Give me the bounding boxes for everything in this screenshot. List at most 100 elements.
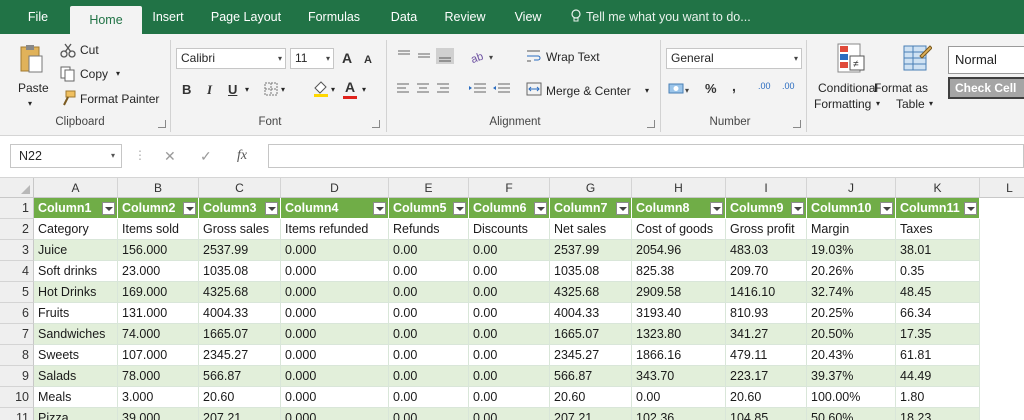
table-cell[interactable]: 1866.16	[632, 345, 726, 366]
table-header-cell[interactable]: Column5	[389, 198, 469, 219]
accounting-format-icon[interactable]: ▾	[668, 82, 692, 96]
table-cell[interactable]: 20.25%	[807, 303, 896, 324]
table-cell[interactable]: 48.45	[896, 282, 980, 303]
table-cell[interactable]: Sweets	[34, 345, 118, 366]
table-cell[interactable]: 2537.99	[550, 240, 632, 261]
table-cell[interactable]: 223.17	[726, 366, 807, 387]
table-cell[interactable]: 2909.58	[632, 282, 726, 303]
table-cell[interactable]: Category	[34, 219, 118, 240]
tab-data[interactable]: Data	[384, 8, 424, 34]
table-cell[interactable]: 0.00	[469, 387, 550, 408]
row-header[interactable]: 8	[0, 345, 34, 366]
name-box[interactable]: N22 ▾	[10, 144, 122, 168]
table-cell[interactable]: 479.11	[726, 345, 807, 366]
table-cell[interactable]: Hot Drinks	[34, 282, 118, 303]
table-cell[interactable]: 0.000	[281, 240, 389, 261]
formula-input[interactable]	[268, 144, 1024, 168]
table-cell[interactable]: 61.81	[896, 345, 980, 366]
table-cell[interactable]: 1323.80	[632, 324, 726, 345]
filter-dropdown-icon[interactable]	[534, 202, 547, 215]
table-cell[interactable]: Refunds	[389, 219, 469, 240]
style-normal[interactable]: Normal	[948, 46, 1024, 74]
table-cell[interactable]: 209.70	[726, 261, 807, 282]
wrap-text-icon[interactable]	[526, 48, 542, 64]
table-cell[interactable]: 18.23	[896, 408, 980, 420]
table-cell[interactable]: 0.00	[389, 261, 469, 282]
table-cell[interactable]: Fruits	[34, 303, 118, 324]
conditional-dropdown-icon[interactable]: ▾	[876, 96, 880, 112]
copy-icon[interactable]	[60, 66, 76, 82]
vertical-align-icons[interactable]	[396, 48, 456, 64]
table-header-cell[interactable]: Column3	[199, 198, 281, 219]
row-header[interactable]: 11	[0, 408, 34, 420]
percent-button[interactable]: %	[705, 81, 717, 97]
fill-color-icon[interactable]	[312, 80, 330, 98]
table-cell[interactable]: 169.000	[118, 282, 199, 303]
column-header-i[interactable]: I	[726, 178, 807, 198]
table-header-cell[interactable]: Column11	[896, 198, 980, 219]
table-cell[interactable]: 74.000	[118, 324, 199, 345]
table-cell[interactable]: 0.00	[389, 324, 469, 345]
filter-dropdown-icon[interactable]	[791, 202, 804, 215]
table-cell[interactable]: Gross sales	[199, 219, 281, 240]
paste-label[interactable]: Paste	[18, 80, 49, 96]
tab-formulas[interactable]: Formulas	[303, 8, 365, 34]
table-cell[interactable]: 483.03	[726, 240, 807, 261]
alignment-launcher-icon[interactable]	[647, 120, 655, 128]
comma-style-button[interactable]: ,	[732, 78, 736, 94]
table-cell[interactable]: 2054.96	[632, 240, 726, 261]
table-cell[interactable]: 207.21	[550, 408, 632, 420]
table-cell[interactable]: 0.35	[896, 261, 980, 282]
table-cell[interactable]: 4004.33	[550, 303, 632, 324]
bold-button[interactable]: B	[182, 82, 191, 98]
filter-dropdown-icon[interactable]	[710, 202, 723, 215]
tab-page-layout[interactable]: Page Layout	[206, 8, 286, 34]
table-cell[interactable]: 0.000	[281, 408, 389, 420]
cut-icon[interactable]	[60, 42, 76, 58]
column-header-d[interactable]: D	[281, 178, 389, 198]
table-cell[interactable]: 20.26%	[807, 261, 896, 282]
table-cell[interactable]: 104.85	[726, 408, 807, 420]
select-all-button[interactable]	[0, 178, 34, 198]
table-cell[interactable]: 39.37%	[807, 366, 896, 387]
column-header-f[interactable]: F	[469, 178, 550, 198]
table-cell[interactable]: 1665.07	[199, 324, 281, 345]
table-cell[interactable]: 20.60	[550, 387, 632, 408]
table-cell[interactable]: 17.35	[896, 324, 980, 345]
table-cell[interactable]: 0.00	[632, 387, 726, 408]
table-cell[interactable]: Gross profit	[726, 219, 807, 240]
underline-button[interactable]: U	[228, 82, 237, 98]
format-as-table-label-2[interactable]: Table	[896, 96, 925, 112]
italic-button[interactable]: I	[207, 82, 212, 98]
copy-dropdown-icon[interactable]: ▾	[116, 66, 120, 82]
paste-icon[interactable]	[18, 44, 44, 76]
table-cell[interactable]: 0.00	[469, 345, 550, 366]
table-cell[interactable]: 50.60%	[807, 408, 896, 420]
column-header-e[interactable]: E	[389, 178, 469, 198]
font-name-select[interactable]: Calibri ▾	[176, 48, 286, 69]
row-header[interactable]: 5	[0, 282, 34, 303]
table-header-cell[interactable]: Column10	[807, 198, 896, 219]
tell-me-search[interactable]: Tell me what you want to do...	[570, 8, 751, 26]
tab-file[interactable]: File	[18, 8, 58, 34]
insert-function-button[interactable]: fx	[237, 148, 247, 164]
table-cell[interactable]: Net sales	[550, 219, 632, 240]
table-cell[interactable]: 3.000	[118, 387, 199, 408]
table-cell[interactable]: 825.38	[632, 261, 726, 282]
table-cell[interactable]: 4004.33	[199, 303, 281, 324]
tab-insert[interactable]: Insert	[147, 8, 189, 34]
row-header[interactable]: 2	[0, 219, 34, 240]
table-header-cell[interactable]: Column1	[34, 198, 118, 219]
row-header[interactable]: 6	[0, 303, 34, 324]
style-check-cell[interactable]: Check Cell	[948, 77, 1024, 99]
table-cell[interactable]: 4325.68	[199, 282, 281, 303]
format-as-table-dropdown-icon[interactable]: ▾	[929, 96, 933, 112]
table-cell[interactable]: 44.49	[896, 366, 980, 387]
table-cell[interactable]: 0.000	[281, 387, 389, 408]
table-cell[interactable]: 566.87	[199, 366, 281, 387]
table-cell[interactable]: 107.000	[118, 345, 199, 366]
table-cell[interactable]: Cost of goods	[632, 219, 726, 240]
table-cell[interactable]: 38.01	[896, 240, 980, 261]
borders-dropdown-icon[interactable]: ▾	[281, 82, 285, 98]
filter-dropdown-icon[interactable]	[373, 202, 386, 215]
